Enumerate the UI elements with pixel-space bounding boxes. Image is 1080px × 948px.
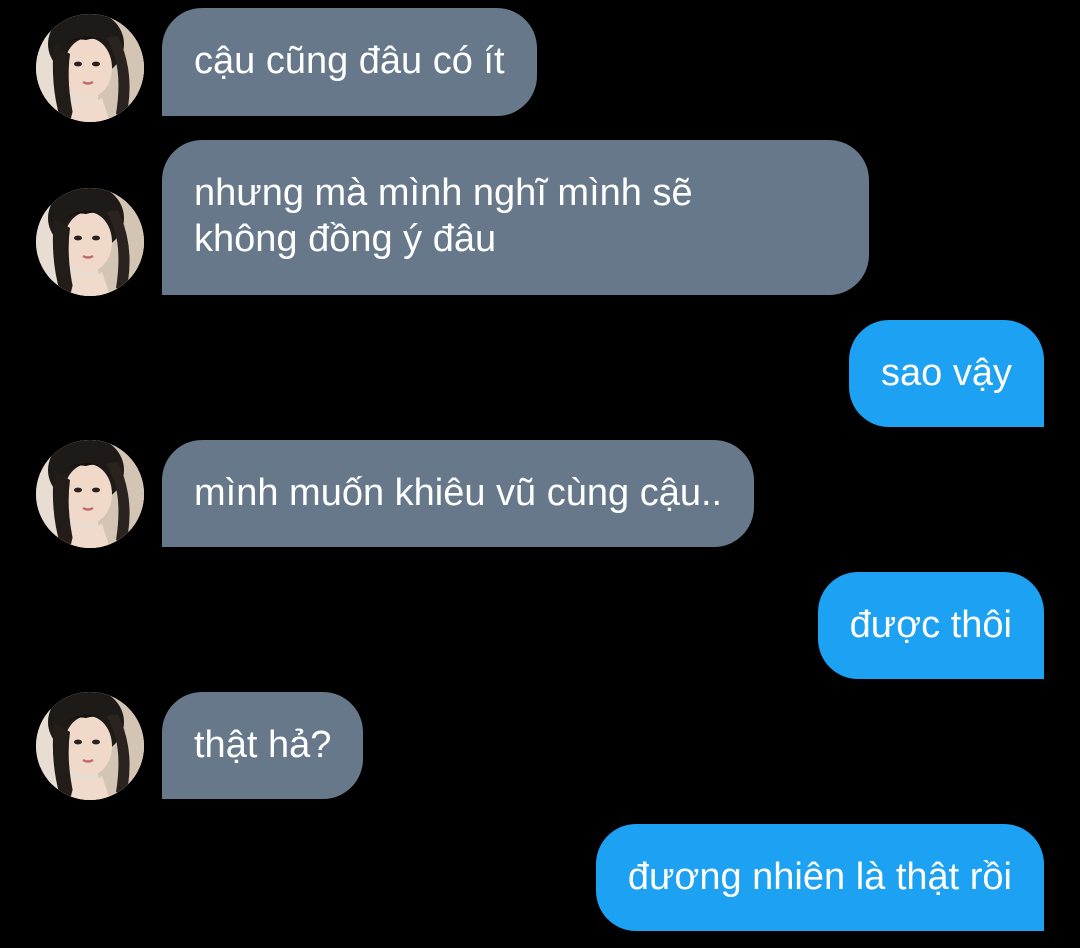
avatar[interactable] <box>36 692 144 800</box>
avatar[interactable] <box>36 188 144 296</box>
outgoing-message-bubble[interactable]: sao vậy <box>849 320 1044 427</box>
outgoing-message-bubble[interactable]: đương nhiên là thật rồi <box>595 824 1044 931</box>
outgoing-message-bubble[interactable]: được thôi <box>817 572 1044 679</box>
profile-photo-icon <box>36 188 144 296</box>
profile-photo-icon <box>36 440 144 548</box>
avatar[interactable] <box>36 14 144 122</box>
incoming-message-bubble[interactable]: thật hả? <box>162 692 364 799</box>
incoming-message-bubble[interactable]: cậu cũng đâu có ít <box>162 8 537 116</box>
chat-thread: cậu cũng đâu có ít nhưng mà mình nghĩ mì… <box>0 0 1080 948</box>
incoming-message-bubble[interactable]: mình muốn khiêu vũ cùng cậu.. <box>162 440 755 547</box>
incoming-message-bubble[interactable]: nhưng mà mình nghĩ mình sẽ không đồng ý … <box>162 140 869 295</box>
profile-photo-icon <box>36 692 144 800</box>
profile-photo-icon <box>36 14 144 122</box>
avatar[interactable] <box>36 440 144 548</box>
